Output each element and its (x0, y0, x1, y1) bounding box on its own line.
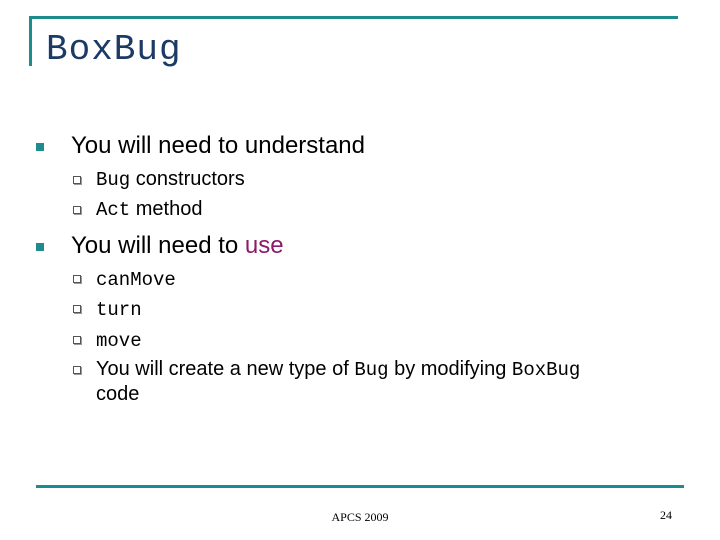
footer-text: APCS 2009 (331, 510, 389, 524)
square-bullet-icon (36, 243, 44, 251)
list-item: canMove (96, 267, 176, 292)
heading-text: You will need to (71, 232, 245, 259)
hollow-square-bullet-icon (73, 305, 81, 313)
square-bullet-icon (36, 143, 44, 151)
hollow-square-bullet-icon (73, 176, 81, 184)
item-text: constructors (130, 168, 245, 190)
heading-accent: use (244, 232, 284, 259)
item-text: by modifying (388, 358, 512, 380)
title-top-rule (29, 16, 678, 19)
code-text: move (96, 330, 142, 352)
code-text: Bug (96, 169, 131, 191)
list-item: Bug constructors (96, 167, 245, 192)
hollow-square-bullet-icon (73, 336, 81, 344)
code-text: Act (96, 199, 131, 221)
section-heading-understand: You will need to understand (71, 132, 365, 159)
code-text: BoxBug (511, 359, 581, 381)
slide-title: BoxBug (46, 29, 182, 70)
hollow-square-bullet-icon (73, 206, 81, 214)
list-item: Act method (96, 197, 202, 222)
hollow-square-bullet-icon (73, 366, 81, 374)
list-item: You will create a new type of Bug by mod… (96, 357, 656, 406)
item-text: method (130, 198, 203, 220)
item-text: code (96, 383, 140, 405)
hollow-square-bullet-icon (73, 275, 81, 283)
code-text: turn (96, 299, 142, 321)
section-heading-use: You will need to use (71, 232, 284, 260)
code-text: canMove (96, 269, 176, 291)
code-text: Bug (354, 359, 389, 381)
item-text: You will create a new type of (96, 358, 355, 380)
list-item: turn (96, 297, 142, 322)
page-number: 24 (660, 508, 672, 522)
list-item: move (96, 328, 142, 353)
title-left-rule (29, 16, 32, 66)
footer-rule (36, 485, 684, 488)
